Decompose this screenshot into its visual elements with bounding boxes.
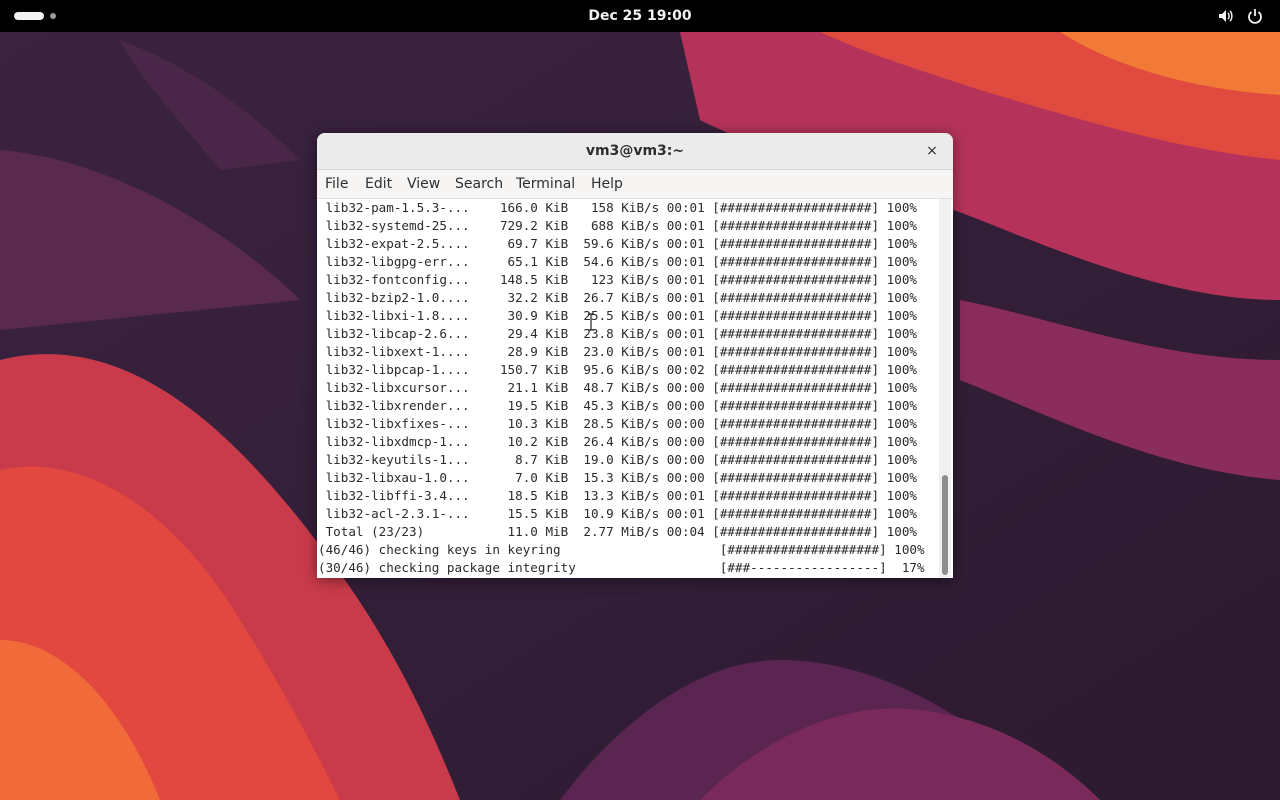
terminal-line: lib32-libxcursor... 21.1 KiB 48.7 KiB/s … bbox=[318, 380, 917, 395]
terminal-line: (46/46) checking keys in keyring [######… bbox=[318, 542, 925, 557]
speaker-icon[interactable] bbox=[1217, 7, 1235, 25]
terminal-line: lib32-libxdmcp-1... 10.2 KiB 26.4 KiB/s … bbox=[318, 434, 917, 449]
close-button[interactable]: × bbox=[923, 142, 941, 160]
terminal-line: lib32-libxfixes-... 10.3 KiB 28.5 KiB/s … bbox=[318, 416, 917, 431]
window-title: vm3@vm3:~ bbox=[585, 143, 685, 159]
terminal-output[interactable]: lib32-pam-1.5.3-... 166.0 KiB 158 KiB/s … bbox=[317, 199, 937, 578]
text-cursor-icon bbox=[588, 313, 594, 331]
terminal-line: lib32-libxext-1.... 28.9 KiB 23.0 KiB/s … bbox=[318, 344, 917, 359]
menu-bar: File Edit View Search Terminal Help bbox=[317, 170, 953, 199]
workspace-dot-icon bbox=[50, 13, 56, 19]
terminal-window: vm3@vm3:~ × File Edit View Search Termin… bbox=[317, 133, 953, 578]
menu-view[interactable]: View bbox=[407, 170, 440, 198]
terminal-line: Total (23/23) 11.0 MiB 2.77 MiB/s 00:04 … bbox=[318, 524, 917, 539]
clock[interactable]: Dec 25 19:00 bbox=[540, 0, 740, 32]
terminal-line: lib32-pam-1.5.3-... 166.0 KiB 158 KiB/s … bbox=[318, 200, 917, 215]
terminal-line: lib32-libpcap-1.... 150.7 KiB 95.6 KiB/s… bbox=[318, 362, 917, 377]
menu-search[interactable]: Search bbox=[455, 170, 503, 198]
top-bar: Dec 25 19:00 bbox=[0, 0, 1280, 32]
terminal-line: lib32-bzip2-1.0.... 32.2 KiB 26.7 KiB/s … bbox=[318, 290, 917, 305]
terminal-line: lib32-keyutils-1... 8.7 KiB 19.0 KiB/s 0… bbox=[318, 452, 917, 467]
terminal-line: (30/46) checking package integrity [###-… bbox=[318, 560, 925, 575]
terminal-line: lib32-libxrender... 19.5 KiB 45.3 KiB/s … bbox=[318, 398, 917, 413]
activities-pill-icon bbox=[14, 12, 44, 20]
activities-button[interactable] bbox=[14, 12, 60, 20]
terminal-line: lib32-systemd-25... 729.2 KiB 688 KiB/s … bbox=[318, 218, 917, 233]
menu-help[interactable]: Help bbox=[591, 170, 623, 198]
power-icon[interactable] bbox=[1246, 7, 1264, 25]
terminal-line: lib32-libxau-1.0... 7.0 KiB 15.3 KiB/s 0… bbox=[318, 470, 917, 485]
terminal-line: lib32-libffi-3.4... 18.5 KiB 13.3 KiB/s … bbox=[318, 488, 917, 503]
menu-edit[interactable]: Edit bbox=[365, 170, 392, 198]
scrollbar-thumb[interactable] bbox=[942, 475, 948, 575]
window-titlebar[interactable]: vm3@vm3:~ × bbox=[317, 133, 953, 170]
terminal-line: lib32-acl-2.3.1-... 15.5 KiB 10.9 KiB/s … bbox=[318, 506, 917, 521]
terminal-line: lib32-libcap-2.6... 29.4 KiB 23.8 KiB/s … bbox=[318, 326, 917, 341]
terminal-line: lib32-expat-2.5.... 69.7 KiB 59.6 KiB/s … bbox=[318, 236, 917, 251]
terminal-line: lib32-libxi-1.8.... 30.9 KiB 25.5 KiB/s … bbox=[318, 308, 917, 323]
terminal-line: lib32-fontconfig... 148.5 KiB 123 KiB/s … bbox=[318, 272, 917, 287]
menu-terminal[interactable]: Terminal bbox=[516, 170, 575, 198]
menu-file[interactable]: File bbox=[325, 170, 348, 198]
terminal-line: lib32-libgpg-err... 65.1 KiB 54.6 KiB/s … bbox=[318, 254, 917, 269]
vertical-scrollbar[interactable] bbox=[939, 199, 951, 578]
